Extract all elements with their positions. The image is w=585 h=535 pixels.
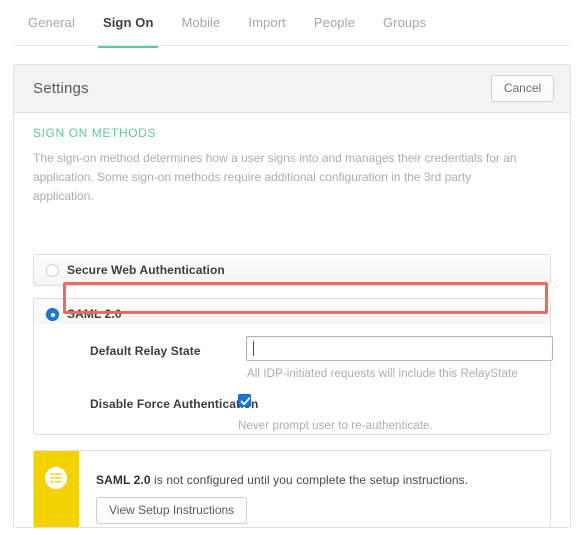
disable-force-authentication-checkbox[interactable] xyxy=(238,394,251,407)
view-setup-instructions-button[interactable]: View Setup Instructions xyxy=(96,497,248,524)
tab-people[interactable]: People xyxy=(300,13,369,33)
tab-sign-on[interactable]: Sign On xyxy=(89,13,168,48)
tab-mobile-label: Mobile xyxy=(181,15,221,30)
settings-card: Settings Cancel SIGN ON METHODS The sign… xyxy=(13,64,571,528)
tab-sign-on-label: Sign On xyxy=(102,15,154,30)
cancel-button[interactable]: Cancel xyxy=(491,75,554,102)
option-secure-web-authentication-label: Secure Web Authentication xyxy=(67,263,225,277)
default-relay-state-input[interactable] xyxy=(246,336,553,361)
setup-notice-panel: SAML 2.0 is not configured until you com… xyxy=(33,450,551,527)
tab-mobile[interactable]: Mobile xyxy=(167,13,234,33)
tab-general-label: General xyxy=(28,15,75,30)
section-heading-sign-on-methods: SIGN ON METHODS xyxy=(33,126,157,140)
settings-card-header: Settings Cancel xyxy=(14,65,570,113)
notice-accent-bar xyxy=(34,451,79,527)
tab-bar-divider xyxy=(13,45,571,46)
check-icon xyxy=(240,397,251,406)
tab-groups-label: Groups xyxy=(382,15,427,30)
notice-bold-prefix: SAML 2.0 xyxy=(96,473,151,487)
settings-card-body: SIGN ON METHODS The sign-on method deter… xyxy=(14,113,570,527)
radio-saml-2-0[interactable] xyxy=(46,308,59,321)
tab-general[interactable]: General xyxy=(14,13,89,33)
tab-import-label: Import xyxy=(248,15,286,30)
notice-message: SAML 2.0 is not configured until you com… xyxy=(96,473,468,487)
section-description: The sign-on method determines how a user… xyxy=(33,151,517,203)
tab-import[interactable]: Import xyxy=(234,13,299,33)
tab-people-label: People xyxy=(313,15,355,30)
saml-settings-panel: Default Relay State All IDP-initiated re… xyxy=(33,324,553,435)
option-saml-2-0-label: SAML 2.0 xyxy=(67,307,122,321)
disable-force-authentication-hint: Never prompt user to re-authenticate. xyxy=(238,420,433,432)
text-cursor xyxy=(253,341,254,356)
page-title: Settings xyxy=(33,80,89,97)
default-relay-state-label: Default Relay State xyxy=(90,344,201,358)
notice-message-text: is not configured until you complete the… xyxy=(150,473,469,487)
default-relay-state-hint: All IDP-initiated requests will include … xyxy=(247,368,518,380)
list-icon xyxy=(45,467,67,489)
tab-groups[interactable]: Groups xyxy=(369,13,440,33)
tab-list: General Sign On Mobile Import People Gro… xyxy=(14,13,440,48)
option-secure-web-authentication[interactable]: Secure Web Authentication xyxy=(33,254,551,286)
tab-bar: General Sign On Mobile Import People Gro… xyxy=(0,0,585,48)
notice-content: SAML 2.0 is not configured until you com… xyxy=(79,451,550,527)
radio-secure-web-authentication[interactable] xyxy=(46,264,59,277)
disable-force-authentication-label: Disable Force Authentication xyxy=(90,397,259,411)
